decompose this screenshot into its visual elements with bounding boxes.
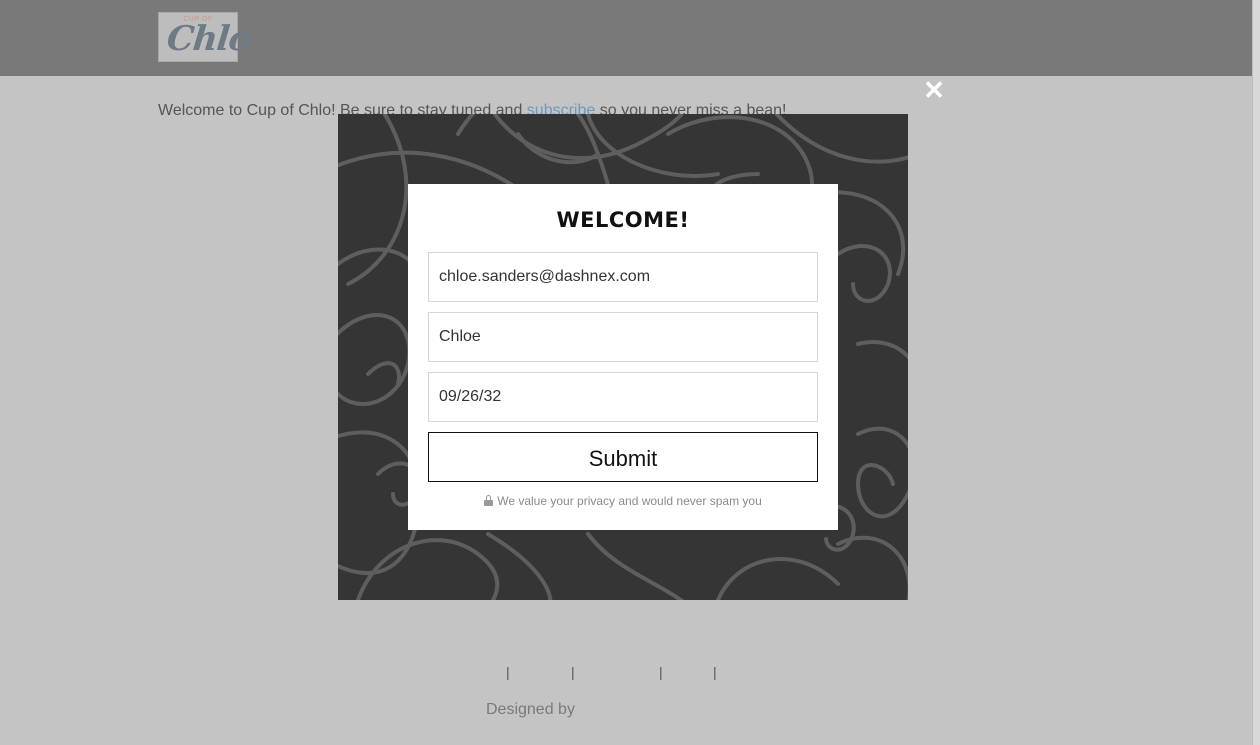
email-field[interactable] xyxy=(428,252,818,302)
page-scrollbar[interactable] xyxy=(1252,0,1260,745)
designed-by-text: Designed by xyxy=(486,701,575,718)
privacy-note: We value your privacy and would never sp… xyxy=(408,494,838,508)
footer-separator: | xyxy=(506,664,510,680)
first-name-field[interactable] xyxy=(428,312,818,362)
close-modal-button[interactable]: ✕ xyxy=(920,76,948,104)
privacy-text: We value your privacy and would never sp… xyxy=(497,494,762,508)
submit-button[interactable]: Submit xyxy=(428,432,818,482)
signup-modal: WELCOME! Submit We value your privacy an… xyxy=(338,114,908,600)
modal-title: WELCOME! xyxy=(556,208,690,232)
footer-links: | | | | xyxy=(506,664,736,684)
signup-form-card: WELCOME! Submit We value your privacy an… xyxy=(408,184,838,530)
lock-icon xyxy=(484,495,494,506)
birthday-field[interactable] xyxy=(428,372,818,422)
logo-wordmark: Chlo xyxy=(164,19,253,59)
footer-separator: | xyxy=(659,664,663,680)
footer-separator: | xyxy=(571,664,575,680)
site-header: CUP OF Chlo xyxy=(0,0,1252,76)
site-logo[interactable]: CUP OF Chlo xyxy=(158,12,252,62)
footer-separator: | xyxy=(713,664,717,680)
